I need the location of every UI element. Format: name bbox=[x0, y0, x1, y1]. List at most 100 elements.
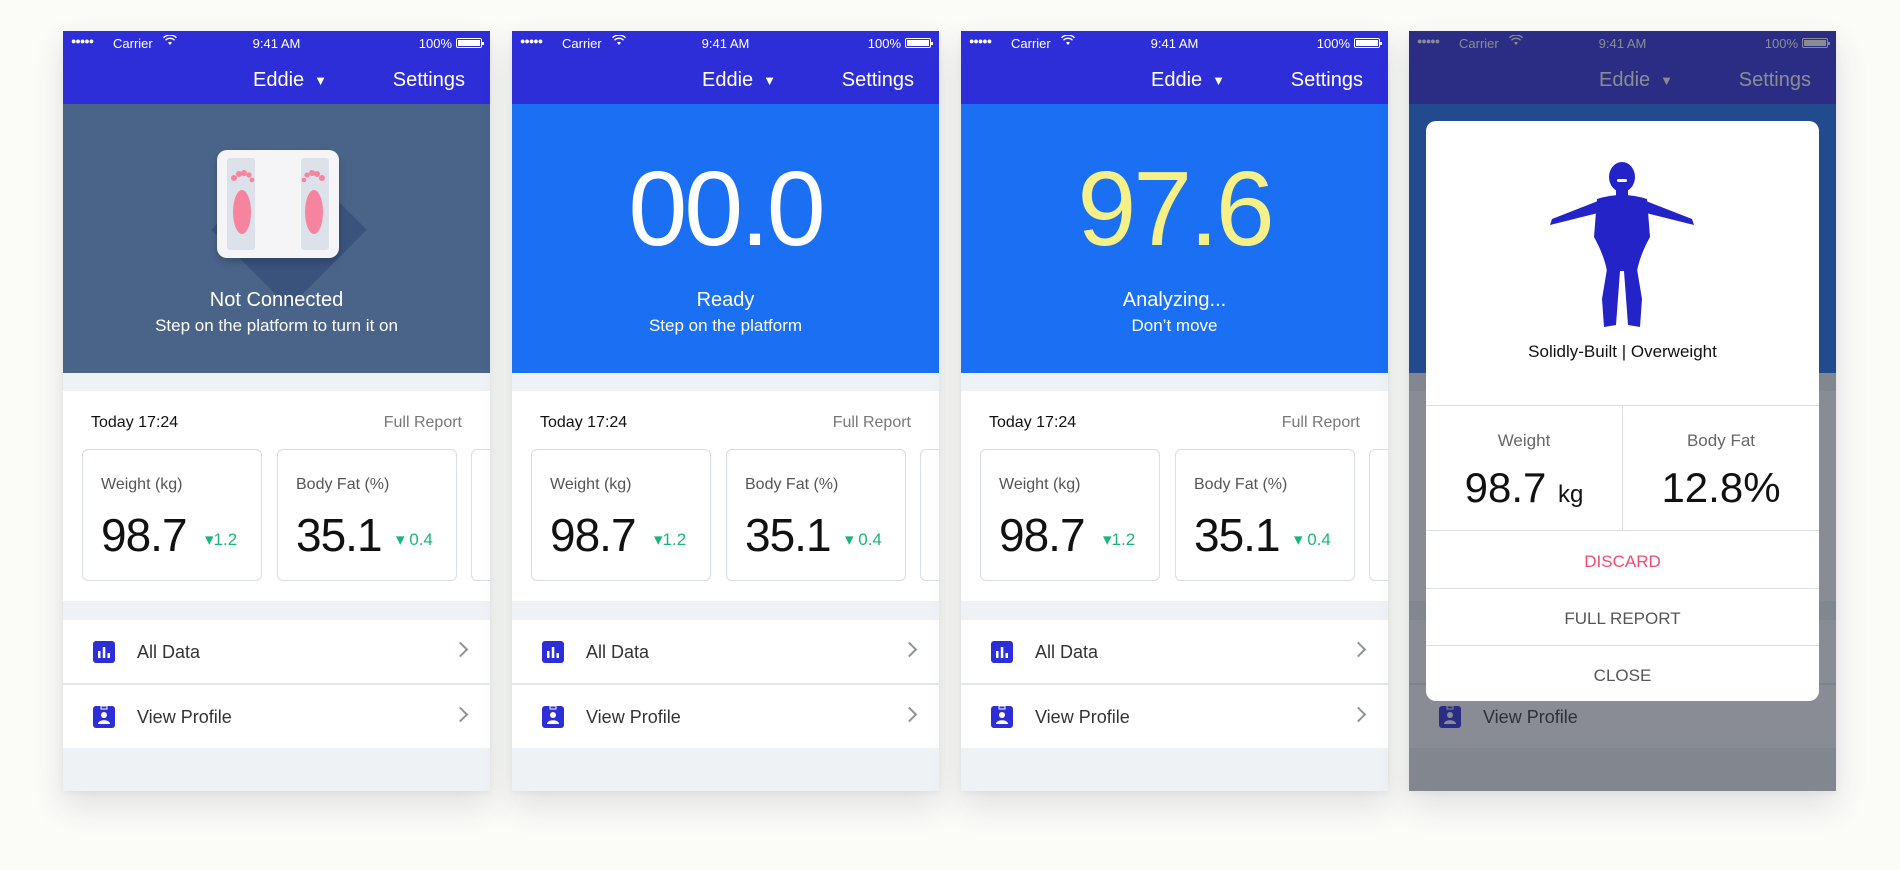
status-title: Analyzing... bbox=[1122, 289, 1227, 311]
phone-screen-not-connected: ●●●●● Carrier 9:41 AM 100% Eddie ▼ Setti… bbox=[63, 31, 490, 791]
metric-delta: ▾ 0.4 bbox=[1294, 530, 1331, 549]
metric-label: Weight (kg) bbox=[101, 476, 183, 493]
status-subtitle: Don’t move bbox=[1131, 316, 1218, 335]
bar-chart-icon bbox=[93, 641, 115, 663]
top-bar: ●●●●● Carrier 9:41 AM 100% Eddie ▼ Setti… bbox=[63, 31, 490, 104]
metric-label: Weight (kg) bbox=[550, 476, 632, 493]
chevron-right-icon bbox=[1350, 641, 1367, 658]
profile-icon bbox=[93, 705, 115, 728]
result-modal: Solidly-Built | Overweight Weight 98.7 k… bbox=[1426, 121, 1819, 701]
battery-percent: 100% bbox=[1316, 36, 1350, 51]
chevron-right-icon bbox=[452, 706, 469, 723]
discard-button[interactable]: DISCARD bbox=[1426, 552, 1819, 572]
divider bbox=[1426, 530, 1819, 531]
user-name: Eddie bbox=[702, 69, 754, 91]
phone-screen-ready: ●●●●● Carrier 9:41 AM 100% Eddie ▼ Setti… bbox=[512, 31, 939, 791]
metric-value: 35.1 bbox=[745, 509, 832, 561]
view-profile-label: View Profile bbox=[1035, 707, 1130, 727]
weight-metric-card[interactable]: Weight (kg) 98.7 ▾1.2 bbox=[82, 449, 262, 581]
caret-down-icon: ▼ bbox=[763, 73, 777, 88]
metric-delta: ▾ 0.4 bbox=[845, 530, 882, 549]
user-selector[interactable]: Eddie ▼ bbox=[253, 69, 327, 92]
body-fat-metric-card[interactable]: Body Fat (%) 35.1 ▾ 0.4 bbox=[1175, 449, 1355, 581]
measurement-date: Today 17:24 bbox=[91, 414, 179, 431]
user-selector[interactable]: Eddie ▼ bbox=[702, 69, 776, 92]
top-bar: ●●●●● Carrier 9:41 AM 100% Eddie ▼ Setti… bbox=[512, 31, 939, 104]
status-subtitle: Step on the platform bbox=[648, 316, 803, 335]
metric-value: 35.1 bbox=[296, 509, 383, 561]
weight-reading-panel: 97.6 Analyzing... Don’t move bbox=[961, 104, 1388, 373]
weight-reading-panel: 00.0 Ready Step on the platform bbox=[512, 104, 939, 373]
status-bar: ●●●●● Carrier 9:41 AM 100% bbox=[512, 31, 939, 55]
divider bbox=[1426, 588, 1819, 589]
metric-label: Body Fat (%) bbox=[745, 476, 839, 493]
body-fat-metric-card[interactable]: Body Fat (%) 35.1 ▾ 0.4 bbox=[726, 449, 906, 581]
settings-button[interactable]: Settings bbox=[842, 69, 914, 92]
full-report-link[interactable]: Full Report bbox=[384, 414, 462, 432]
settings-button[interactable]: Settings bbox=[1291, 69, 1363, 92]
latest-measurement-card: Today 17:24 Full Report Weight (kg) 98.7… bbox=[63, 391, 490, 601]
next-metric-card[interactable] bbox=[471, 449, 490, 581]
full-report-button[interactable]: FULL REPORT bbox=[1426, 609, 1819, 629]
weight-reading: 00.0 bbox=[628, 150, 825, 268]
chevron-right-icon bbox=[901, 641, 918, 658]
battery-percent: 100% bbox=[867, 36, 901, 51]
view-profile-label: View Profile bbox=[586, 707, 681, 727]
status-title: Not Connected bbox=[209, 289, 344, 311]
all-data-row[interactable]: All Data bbox=[961, 620, 1388, 683]
metric-value: 98.7 bbox=[101, 509, 188, 561]
connection-status-panel: Not Connected Step on the platform to tu… bbox=[63, 104, 490, 373]
metric-delta: ▾ 0.4 bbox=[396, 530, 433, 549]
body-type-label: Solidly-Built | Overweight bbox=[1528, 342, 1717, 361]
full-report-link[interactable]: Full Report bbox=[833, 414, 911, 432]
chevron-right-icon bbox=[901, 706, 918, 723]
next-metric-card[interactable] bbox=[920, 449, 939, 581]
latest-measurement-card: Today 17:24 Full Report Weight (kg) 98.7… bbox=[512, 391, 939, 601]
weight-value: 98.7 kg bbox=[1426, 464, 1622, 512]
body-fat-label: Body Fat bbox=[1686, 431, 1756, 450]
bar-chart-icon bbox=[991, 641, 1013, 663]
metric-value: 98.7 bbox=[999, 509, 1086, 561]
status-bar: ●●●●● Carrier 9:41 AM 100% bbox=[961, 31, 1388, 55]
status-bar: ●●●●● Carrier 9:41 AM 100% bbox=[63, 31, 490, 55]
weight-number: 98.7 bbox=[1464, 464, 1547, 511]
measurement-date: Today 17:24 bbox=[540, 414, 628, 431]
weight-metric-card[interactable]: Weight (kg) 98.7 ▾1.2 bbox=[531, 449, 711, 581]
body-fat-value: 12.8% bbox=[1661, 464, 1781, 511]
weight-metric-card[interactable]: Weight (kg) 98.7 ▾1.2 bbox=[980, 449, 1160, 581]
measurement-date: Today 17:24 bbox=[989, 414, 1077, 431]
metric-value: 98.7 bbox=[550, 509, 637, 561]
body-fat-metric-card[interactable]: Body Fat (%) 35.1 ▾ 0.4 bbox=[277, 449, 457, 581]
profile-icon bbox=[542, 705, 564, 728]
metric-label: Body Fat (%) bbox=[296, 476, 390, 493]
settings-button[interactable]: Settings bbox=[393, 69, 465, 92]
all-data-row[interactable]: All Data bbox=[63, 620, 490, 683]
view-profile-row[interactable]: View Profile bbox=[961, 685, 1388, 748]
all-data-label: All Data bbox=[586, 642, 650, 662]
close-button[interactable]: CLOSE bbox=[1426, 666, 1819, 686]
metric-label: Weight (kg) bbox=[999, 476, 1081, 493]
user-name: Eddie bbox=[1151, 69, 1203, 91]
foot-icon bbox=[231, 170, 255, 234]
battery-percent: 100% bbox=[418, 36, 452, 51]
full-report-link[interactable]: Full Report bbox=[1282, 414, 1360, 432]
view-profile-label: View Profile bbox=[137, 707, 232, 727]
bar-chart-icon bbox=[542, 641, 564, 663]
phone-screen-result: ●●●●● Carrier 9:41 AM 100% Eddie ▼ Setti… bbox=[1409, 31, 1836, 791]
user-selector[interactable]: Eddie ▼ bbox=[1151, 69, 1225, 92]
battery-icon bbox=[1354, 38, 1382, 48]
weight-unit: kg bbox=[1558, 481, 1584, 508]
metric-delta: ▾1.2 bbox=[205, 530, 238, 549]
all-data-row[interactable]: All Data bbox=[512, 620, 939, 683]
next-metric-card[interactable] bbox=[1369, 449, 1388, 581]
caret-down-icon: ▼ bbox=[1212, 73, 1226, 88]
all-data-label: All Data bbox=[137, 642, 201, 662]
view-profile-row[interactable]: View Profile bbox=[512, 685, 939, 748]
weight-label: Weight bbox=[1497, 431, 1551, 450]
top-bar: ●●●●● Carrier 9:41 AM 100% Eddie ▼ Setti… bbox=[961, 31, 1388, 104]
view-profile-row[interactable]: View Profile bbox=[63, 685, 490, 748]
status-subtitle: Step on the platform to turn it on bbox=[155, 316, 398, 335]
battery-icon bbox=[905, 38, 933, 48]
scale-icon bbox=[217, 150, 339, 258]
weight-reading: 97.6 bbox=[1077, 150, 1274, 268]
